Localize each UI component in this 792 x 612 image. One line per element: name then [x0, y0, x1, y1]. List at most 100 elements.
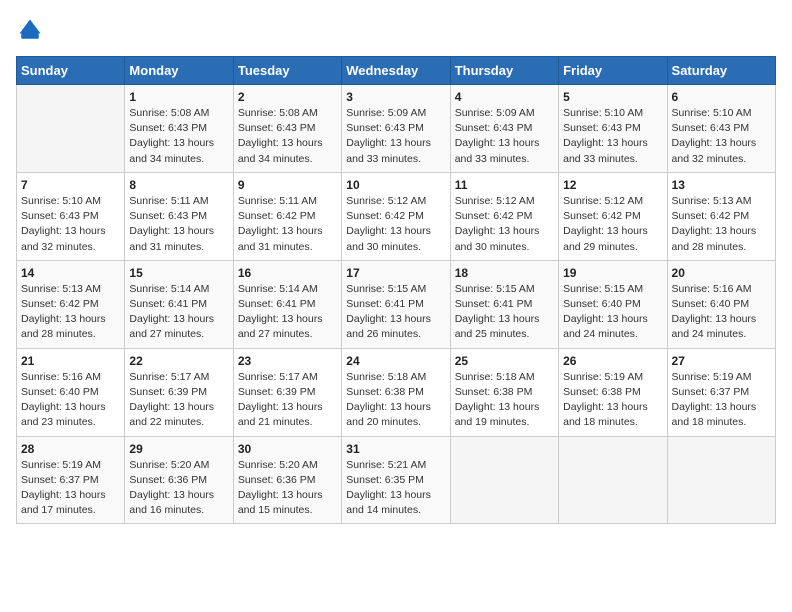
calendar-table: SundayMondayTuesdayWednesdayThursdayFrid…	[16, 56, 776, 524]
day-header-sunday: Sunday	[17, 57, 125, 85]
day-info: Sunrise: 5:11 AM Sunset: 6:43 PM Dayligh…	[129, 194, 228, 255]
day-number: 31	[346, 442, 445, 456]
day-number: 7	[21, 178, 120, 192]
day-info: Sunrise: 5:10 AM Sunset: 6:43 PM Dayligh…	[563, 106, 662, 167]
day-info: Sunrise: 5:14 AM Sunset: 6:41 PM Dayligh…	[129, 282, 228, 343]
day-cell: 24 Sunrise: 5:18 AM Sunset: 6:38 PM Dayli…	[342, 348, 450, 436]
day-cell: 1 Sunrise: 5:08 AM Sunset: 6:43 PM Daylig…	[125, 85, 233, 173]
day-info: Sunrise: 5:10 AM Sunset: 6:43 PM Dayligh…	[672, 106, 771, 167]
day-cell: 9 Sunrise: 5:11 AM Sunset: 6:42 PM Daylig…	[233, 172, 341, 260]
day-header-monday: Monday	[125, 57, 233, 85]
day-number: 2	[238, 90, 337, 104]
day-cell	[450, 436, 558, 524]
day-info: Sunrise: 5:08 AM Sunset: 6:43 PM Dayligh…	[238, 106, 337, 167]
day-cell: 18 Sunrise: 5:15 AM Sunset: 6:41 PM Dayli…	[450, 260, 558, 348]
day-cell	[17, 85, 125, 173]
day-header-tuesday: Tuesday	[233, 57, 341, 85]
day-number: 1	[129, 90, 228, 104]
day-number: 14	[21, 266, 120, 280]
week-row-2: 7 Sunrise: 5:10 AM Sunset: 6:43 PM Daylig…	[17, 172, 776, 260]
day-number: 3	[346, 90, 445, 104]
day-info: Sunrise: 5:16 AM Sunset: 6:40 PM Dayligh…	[21, 370, 120, 431]
day-number: 28	[21, 442, 120, 456]
day-cell: 17 Sunrise: 5:15 AM Sunset: 6:41 PM Dayli…	[342, 260, 450, 348]
day-cell: 8Sunrise: 5:11 AM Sunset: 6:43 PM Daylig…	[125, 172, 233, 260]
day-info: Sunrise: 5:15 AM Sunset: 6:41 PM Dayligh…	[455, 282, 554, 343]
day-info: Sunrise: 5:13 AM Sunset: 6:42 PM Dayligh…	[21, 282, 120, 343]
day-cell: 5Sunrise: 5:10 AM Sunset: 6:43 PM Daylig…	[559, 85, 667, 173]
day-cell: 23 Sunrise: 5:17 AM Sunset: 6:39 PM Dayli…	[233, 348, 341, 436]
day-info: Sunrise: 5:08 AM Sunset: 6:43 PM Dayligh…	[129, 106, 228, 167]
header	[16, 16, 776, 44]
day-header-wednesday: Wednesday	[342, 57, 450, 85]
day-info: Sunrise: 5:19 AM Sunset: 6:37 PM Dayligh…	[21, 458, 120, 519]
day-info: Sunrise: 5:21 AM Sunset: 6:35 PM Dayligh…	[346, 458, 445, 519]
day-cell: 15 Sunrise: 5:14 AM Sunset: 6:41 PM Dayli…	[125, 260, 233, 348]
day-info: Sunrise: 5:12 AM Sunset: 6:42 PM Dayligh…	[455, 194, 554, 255]
day-info: Sunrise: 5:11 AM Sunset: 6:42 PM Dayligh…	[238, 194, 337, 255]
day-number: 18	[455, 266, 554, 280]
day-cell: 19 Sunrise: 5:15 AM Sunset: 6:40 PM Dayli…	[559, 260, 667, 348]
day-number: 29	[129, 442, 228, 456]
day-info: Sunrise: 5:12 AM Sunset: 6:42 PM Dayligh…	[346, 194, 445, 255]
day-info: Sunrise: 5:20 AM Sunset: 6:36 PM Dayligh…	[129, 458, 228, 519]
day-cell: 26Sunrise: 5:19 AM Sunset: 6:38 PM Dayli…	[559, 348, 667, 436]
day-info: Sunrise: 5:10 AM Sunset: 6:43 PM Dayligh…	[21, 194, 120, 255]
day-cell: 3 Sunrise: 5:09 AM Sunset: 6:43 PM Daylig…	[342, 85, 450, 173]
day-info: Sunrise: 5:09 AM Sunset: 6:43 PM Dayligh…	[346, 106, 445, 167]
day-cell: 28 Sunrise: 5:19 AM Sunset: 6:37 PM Dayli…	[17, 436, 125, 524]
day-number: 6	[672, 90, 771, 104]
day-info: Sunrise: 5:19 AM Sunset: 6:37 PM Dayligh…	[672, 370, 771, 431]
day-number: 12	[563, 178, 662, 192]
day-cell: 31 Sunrise: 5:21 AM Sunset: 6:35 PM Dayli…	[342, 436, 450, 524]
day-info: Sunrise: 5:18 AM Sunset: 6:38 PM Dayligh…	[455, 370, 554, 431]
day-info: Sunrise: 5:15 AM Sunset: 6:40 PM Dayligh…	[563, 282, 662, 343]
day-number: 22	[129, 354, 228, 368]
day-number: 27	[672, 354, 771, 368]
day-info: Sunrise: 5:15 AM Sunset: 6:41 PM Dayligh…	[346, 282, 445, 343]
day-cell: 30 Sunrise: 5:20 AM Sunset: 6:36 PM Dayli…	[233, 436, 341, 524]
day-number: 15	[129, 266, 228, 280]
day-header-friday: Friday	[559, 57, 667, 85]
week-row-1: 1 Sunrise: 5:08 AM Sunset: 6:43 PM Daylig…	[17, 85, 776, 173]
day-info: Sunrise: 5:20 AM Sunset: 6:36 PM Dayligh…	[238, 458, 337, 519]
day-cell: 10 Sunrise: 5:12 AM Sunset: 6:42 PM Dayli…	[342, 172, 450, 260]
day-cell: 20Sunrise: 5:16 AM Sunset: 6:40 PM Dayli…	[667, 260, 775, 348]
day-number: 19	[563, 266, 662, 280]
day-number: 9	[238, 178, 337, 192]
day-number: 26	[563, 354, 662, 368]
day-number: 25	[455, 354, 554, 368]
day-cell: 7 Sunrise: 5:10 AM Sunset: 6:43 PM Daylig…	[17, 172, 125, 260]
day-number: 13	[672, 178, 771, 192]
day-number: 21	[21, 354, 120, 368]
day-number: 4	[455, 90, 554, 104]
day-cell	[667, 436, 775, 524]
day-cell: 11 Sunrise: 5:12 AM Sunset: 6:42 PM Dayli…	[450, 172, 558, 260]
day-info: Sunrise: 5:17 AM Sunset: 6:39 PM Dayligh…	[238, 370, 337, 431]
day-info: Sunrise: 5:14 AM Sunset: 6:41 PM Dayligh…	[238, 282, 337, 343]
day-number: 24	[346, 354, 445, 368]
week-row-5: 28 Sunrise: 5:19 AM Sunset: 6:37 PM Dayli…	[17, 436, 776, 524]
day-cell: 13 Sunrise: 5:13 AM Sunset: 6:42 PM Dayli…	[667, 172, 775, 260]
day-cell: 22 Sunrise: 5:17 AM Sunset: 6:39 PM Dayli…	[125, 348, 233, 436]
day-header-thursday: Thursday	[450, 57, 558, 85]
day-info: Sunrise: 5:12 AM Sunset: 6:42 PM Dayligh…	[563, 194, 662, 255]
day-cell: 12 Sunrise: 5:12 AM Sunset: 6:42 PM Dayli…	[559, 172, 667, 260]
day-cell	[559, 436, 667, 524]
day-info: Sunrise: 5:13 AM Sunset: 6:42 PM Dayligh…	[672, 194, 771, 255]
day-cell: 6 Sunrise: 5:10 AM Sunset: 6:43 PM Daylig…	[667, 85, 775, 173]
logo	[16, 16, 48, 44]
day-info: Sunrise: 5:18 AM Sunset: 6:38 PM Dayligh…	[346, 370, 445, 431]
day-cell: 25 Sunrise: 5:18 AM Sunset: 6:38 PM Dayli…	[450, 348, 558, 436]
day-info: Sunrise: 5:17 AM Sunset: 6:39 PM Dayligh…	[129, 370, 228, 431]
day-cell: 21 Sunrise: 5:16 AM Sunset: 6:40 PM Dayli…	[17, 348, 125, 436]
day-number: 17	[346, 266, 445, 280]
day-number: 30	[238, 442, 337, 456]
day-number: 20	[672, 266, 771, 280]
day-number: 11	[455, 178, 554, 192]
day-number: 10	[346, 178, 445, 192]
day-number: 23	[238, 354, 337, 368]
day-number: 16	[238, 266, 337, 280]
day-header-saturday: Saturday	[667, 57, 775, 85]
week-row-3: 14 Sunrise: 5:13 AM Sunset: 6:42 PM Dayli…	[17, 260, 776, 348]
